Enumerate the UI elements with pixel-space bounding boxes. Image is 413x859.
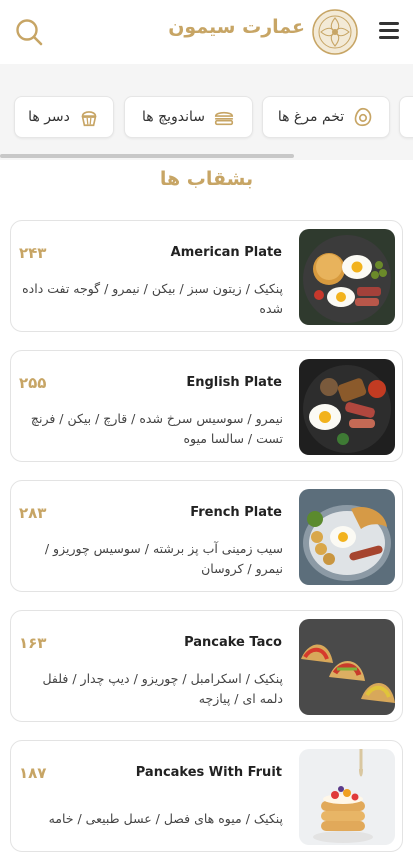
american-plate-photo-icon [299,229,395,325]
menu-item-card[interactable]: American Plate ۲۴۳ پنکیک / زیتون سبز / ب… [10,220,403,332]
brand-name: عمارت سیمون [168,16,305,38]
item-price: ۲۴۳ [19,244,47,262]
item-name: Pancakes With Fruit [135,765,282,780]
hamburger-menu-icon-bar [379,36,399,39]
item-description: نیمرو / سوسیس سرخ شده / قارچ / بیکن / فر… [30,411,283,446]
item-description: پنکیک / اسکرامبل / چوریزو / دیپ چدار / ف… [42,671,283,706]
cupcake-icon [81,111,97,127]
category-label: ساندویچ ها [141,109,206,125]
item-price: ۱۶۳ [19,634,47,652]
item-name: American Plate [170,245,282,260]
menu-item-card[interactable]: English Plate ۲۵۵ نیمرو / سوسیس سرخ شده … [10,350,403,462]
menu-item-card[interactable]: French Plate ۲۸۳ سیب زمینی آب پز برشته /… [10,480,403,592]
english-plate-photo-icon [299,359,395,455]
category-label: دسر ها [28,109,70,125]
item-name: English Plate [186,375,282,390]
item-description: پنکیک / زیتون سبز / بیکن / نیمرو / گوجه … [22,281,283,316]
category-chip-partial[interactable] [399,96,413,138]
item-price: ۱۸۷ [19,764,47,782]
item-price: ۲۸۳ [19,504,47,522]
category-label: تخم مرغ ها [277,109,345,125]
category-strip[interactable]: تخم مرغ ها ساندویچ ها دسر ها [0,64,413,160]
sandwich-icon [214,111,234,126]
app-header: عمارت سیمون [0,0,413,64]
item-name: Pancake Taco [184,635,282,650]
search-button[interactable] [14,17,44,47]
menu-item-card[interactable]: Pancakes With Fruit ۱۸۷ پنکیک / میوه های… [10,740,403,852]
category-chip-desserts[interactable]: دسر ها [14,96,114,138]
pancakes-fruit-photo-icon [299,749,395,845]
item-name: French Plate [190,505,282,520]
category-chip-eggs[interactable]: تخم مرغ ها [262,96,390,138]
floral-seal-logo-icon [312,9,358,55]
search-icon [16,19,43,46]
section-title: بشقاب ها [159,168,254,190]
category-scrollbar[interactable] [0,154,413,159]
item-price: ۲۵۵ [19,374,47,392]
category-scrollbar-thumb[interactable] [0,154,294,158]
menu-button[interactable] [377,20,401,42]
french-plate-photo-icon [299,489,395,585]
menu-item-card[interactable]: Pancake Taco ۱۶۳ پنکیک / اسکرامبل / چوری… [10,610,403,722]
hamburger-menu-icon-bar [379,29,399,32]
pancake-taco-photo-icon [299,619,395,715]
hamburger-menu-icon [379,22,399,25]
egg-icon [354,107,372,127]
item-description: سیب زمینی آب پز برشته / سوسیس چوریزو / ن… [44,541,283,576]
item-description: پنکیک / میوه های فصل / عسل طبیعی / خامه [48,811,283,826]
category-chip-sandwiches[interactable]: ساندویچ ها [124,96,253,138]
